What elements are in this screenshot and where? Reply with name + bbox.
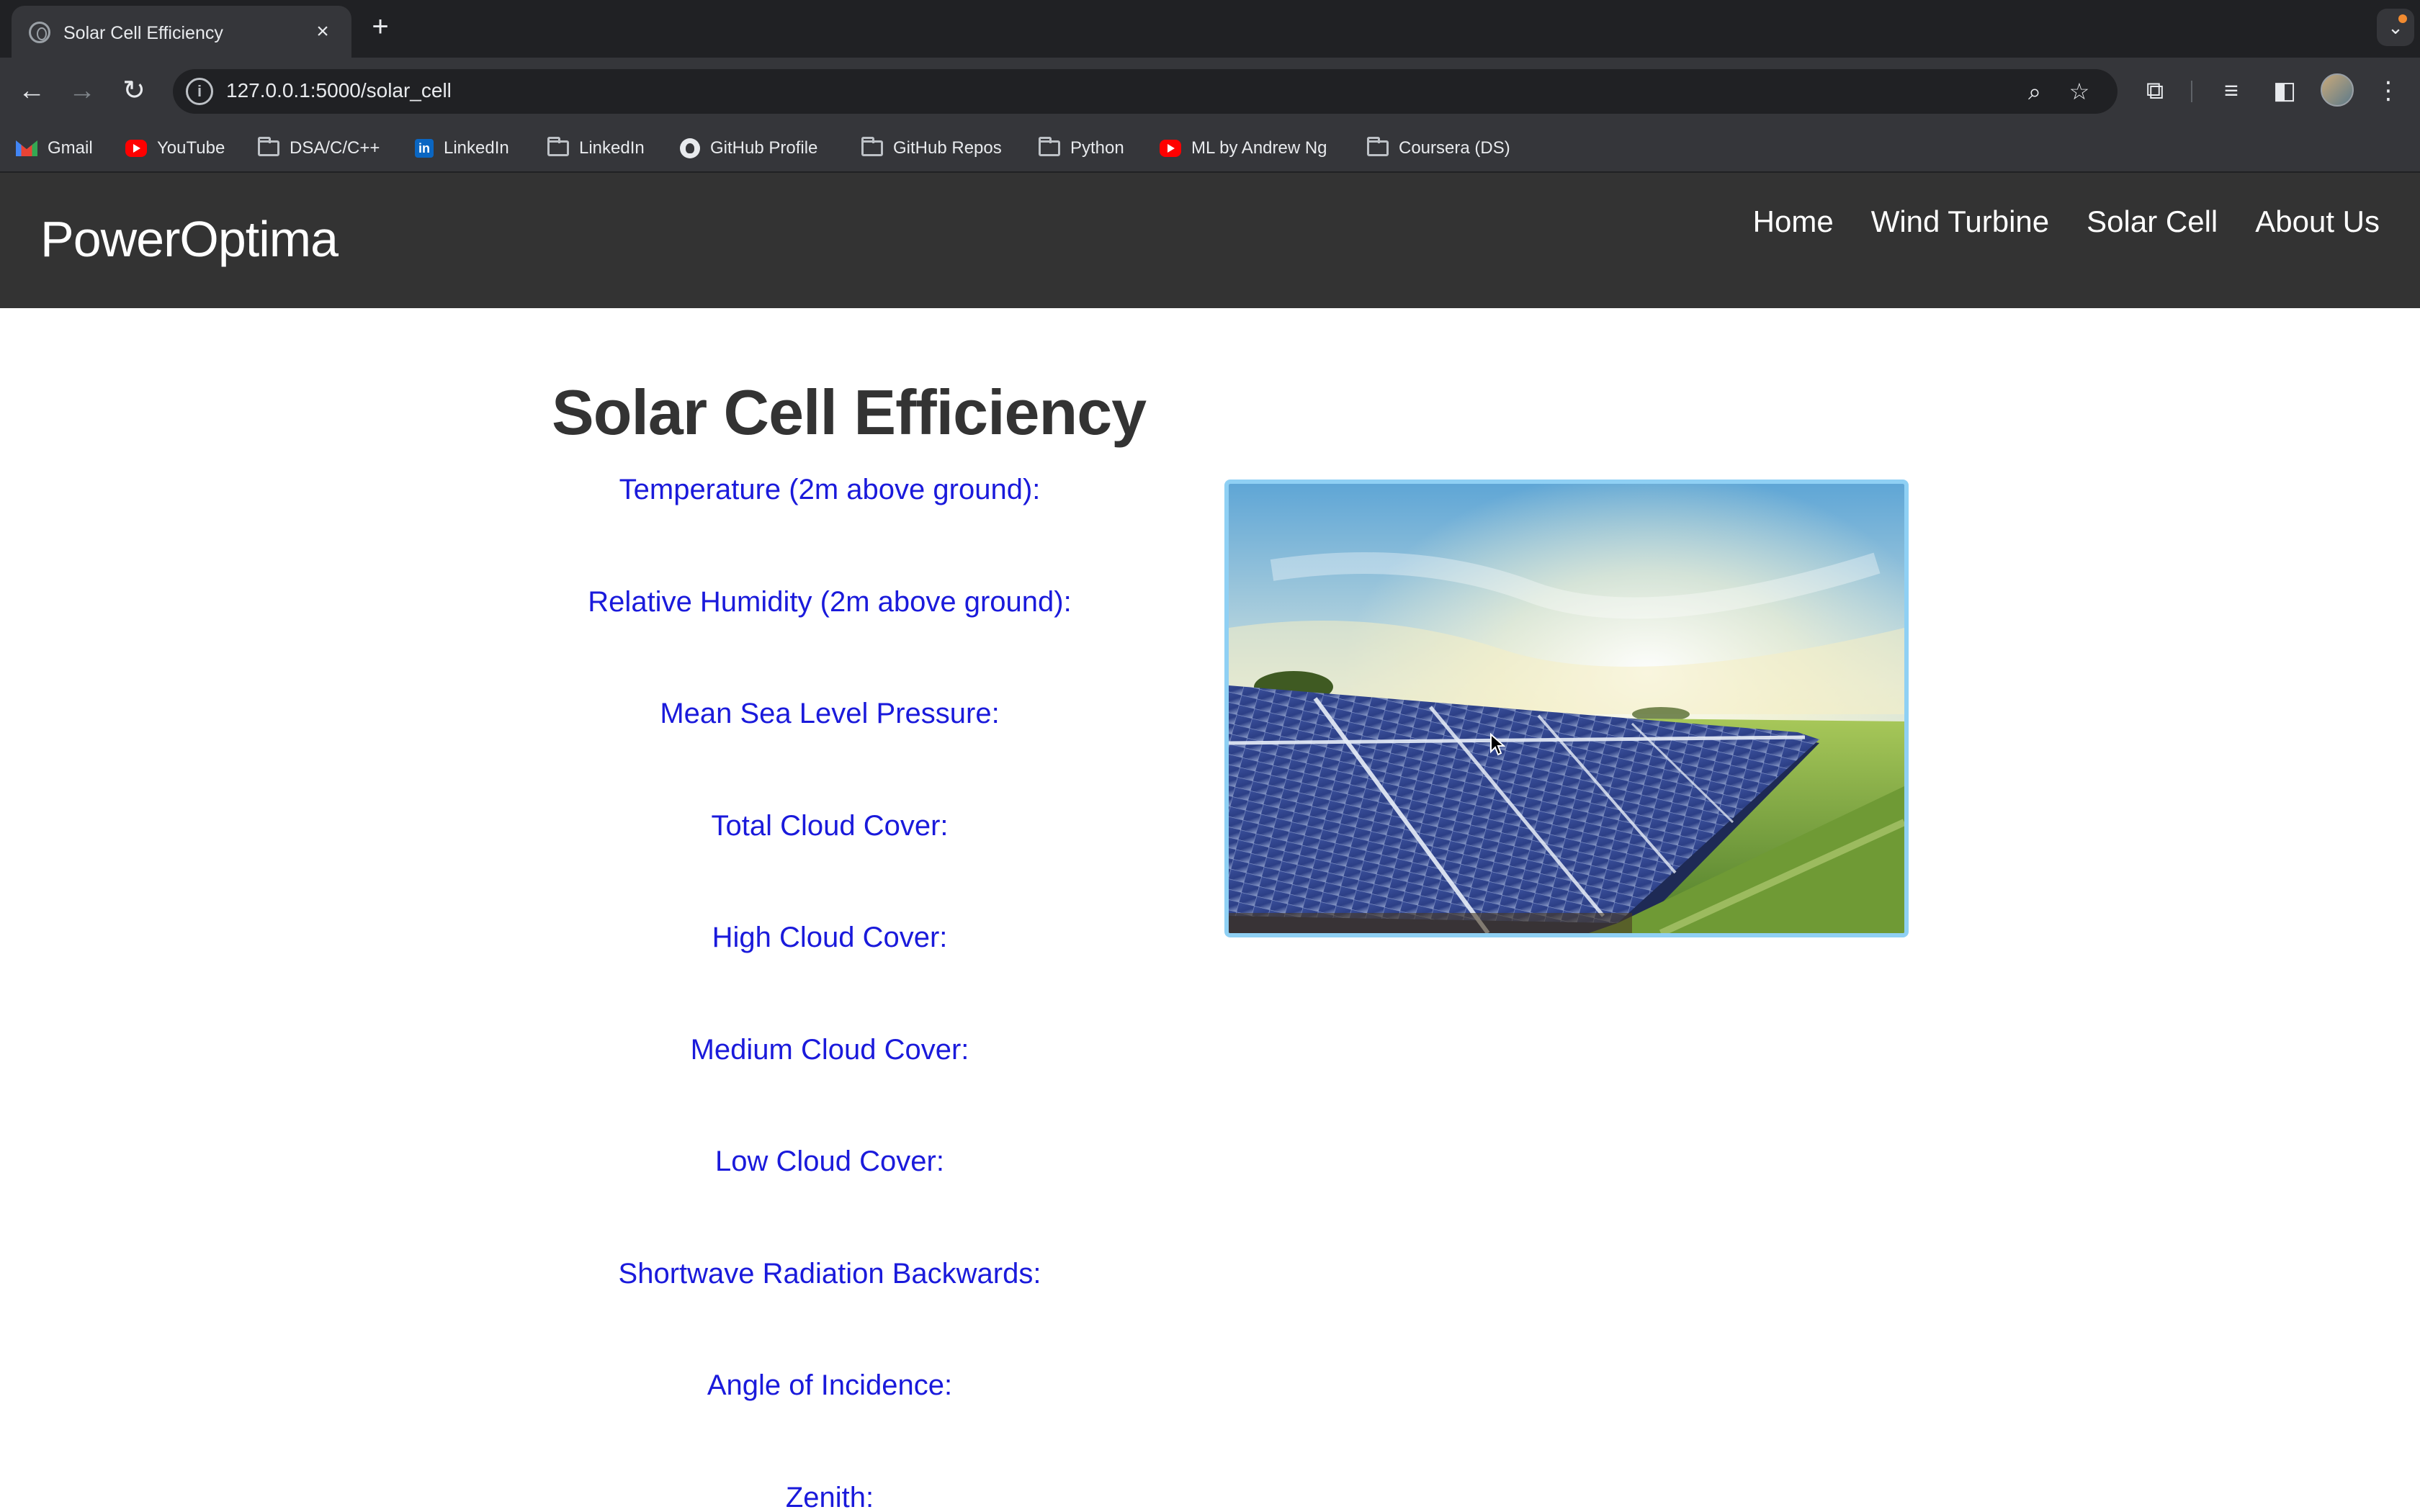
field-label-high-cloud-cover: High Cloud Cover: — [712, 922, 948, 953]
new-tab-button[interactable]: + — [366, 12, 395, 42]
bookmark-label: GitHub Profile — [710, 138, 818, 158]
bookmark-folder-dsa[interactable]: DSA/C/C++ — [258, 135, 380, 161]
zoom-icon[interactable]: ⌕ — [2020, 76, 2050, 107]
youtube-icon — [125, 140, 147, 157]
field-label-mean-sea-level-pressure: Mean Sea Level Pressure: — [660, 698, 1000, 729]
forward-arrow-icon[interactable]: → — [60, 69, 104, 112]
tab-title: Solar Cell Efficiency — [63, 23, 223, 43]
folder-icon — [547, 137, 569, 156]
toolbar-divider — [2191, 81, 2192, 102]
page-title: Solar Cell Efficiency — [552, 377, 1147, 448]
field-label-relative-humidity: Relative Humidity (2m above ground): — [588, 586, 1072, 618]
browser-tab[interactable]: Solar Cell Efficiency × — [12, 6, 351, 58]
bookmark-linkedin[interactable]: in LinkedIn — [415, 135, 509, 161]
nav-link-solar-cell[interactable]: Solar Cell — [2087, 204, 2218, 239]
folder-icon — [861, 137, 883, 156]
browser-toolbar: ← → ↻ i 127.0.0.1:5000/solar_cell ⌕ ☆ ⧉ … — [0, 58, 2420, 124]
bookmark-folder-linkedin[interactable]: LinkedIn — [547, 135, 645, 161]
web-page: PowerOptima Home Wind Turbine Solar Cell… — [0, 173, 2420, 1512]
folder-icon — [258, 137, 279, 156]
folder-icon — [1039, 137, 1060, 156]
github-icon — [680, 138, 700, 158]
bookmark-github-profile[interactable]: GitHub Profile — [680, 135, 817, 161]
nav-link-home[interactable]: Home — [1753, 204, 1834, 239]
bookmark-ml-andrew-ng[interactable]: ML by Andrew Ng — [1160, 135, 1327, 161]
nav-link-wind-turbine[interactable]: Wind Turbine — [1871, 204, 2049, 239]
solar-panel-illustration — [1229, 484, 1904, 933]
bookmark-label: LinkedIn — [579, 138, 645, 158]
site-info-icon[interactable]: i — [186, 78, 213, 105]
bookmark-label: LinkedIn — [444, 138, 509, 158]
bookmark-folder-python[interactable]: Python — [1039, 135, 1124, 161]
bookmark-label: GitHub Repos — [893, 138, 1002, 158]
bookmark-youtube[interactable]: YouTube — [125, 135, 225, 161]
globe-icon — [29, 22, 50, 43]
folder-icon — [1367, 137, 1389, 156]
tab-search-button[interactable]: ⌄ — [2377, 9, 2414, 46]
field-label-angle-of-incidence: Angle of Incidence: — [707, 1369, 953, 1401]
field-label-low-cloud-cover: Low Cloud Cover: — [715, 1146, 944, 1177]
back-arrow-icon[interactable]: ← — [10, 69, 53, 112]
notification-dot — [2398, 14, 2407, 23]
side-panel-icon[interactable]: ◧ — [2266, 72, 2303, 109]
field-label-temperature: Temperature (2m above ground): — [619, 474, 1041, 505]
bookmarks-bar: Gmail YouTube DSA/C/C++ in LinkedIn Link… — [0, 124, 2420, 173]
media-controls-icon[interactable]: ≡ — [2213, 72, 2250, 109]
field-label-total-cloud-cover: Total Cloud Cover: — [711, 810, 949, 842]
profile-avatar[interactable] — [2321, 73, 2354, 107]
bookmark-star-icon[interactable]: ☆ — [2064, 76, 2094, 107]
field-label-zenith: Zenith: — [785, 1482, 874, 1512]
linkedin-icon: in — [415, 139, 434, 158]
gmail-icon — [16, 140, 37, 156]
bookmark-folder-coursera[interactable]: Coursera (DS) — [1367, 135, 1510, 161]
bookmark-label: Python — [1070, 138, 1124, 158]
mouse-cursor-icon — [1490, 733, 1505, 756]
address-bar[interactable]: i 127.0.0.1:5000/solar_cell ⌕ ☆ — [173, 69, 2118, 114]
tab-close-icon[interactable]: × — [310, 19, 336, 45]
bookmark-label: Coursera (DS) — [1399, 138, 1510, 158]
site-logo[interactable]: PowerOptima — [40, 210, 339, 268]
youtube-icon — [1160, 140, 1181, 157]
bookmark-label: DSA/C/C++ — [290, 138, 380, 158]
url-text[interactable]: 127.0.0.1:5000/solar_cell — [226, 79, 452, 102]
nav-link-about-us[interactable]: About Us — [2255, 204, 2380, 239]
bookmark-label: YouTube — [157, 138, 225, 158]
browser-tabstrip: Solar Cell Efficiency × + ⌄ — [0, 0, 2420, 58]
site-nav: Home Wind Turbine Solar Cell About Us — [1753, 204, 2380, 239]
field-label-medium-cloud-cover: Medium Cloud Cover: — [690, 1034, 969, 1066]
bookmark-gmail[interactable]: Gmail — [16, 135, 93, 161]
field-label-shortwave-radiation: Shortwave Radiation Backwards: — [618, 1258, 1041, 1290]
bookmark-label: Gmail — [48, 138, 93, 158]
reload-icon[interactable]: ↻ — [112, 69, 156, 112]
site-navbar: PowerOptima Home Wind Turbine Solar Cell… — [0, 173, 2420, 308]
solar-panel-field-image — [1224, 480, 1909, 937]
more-menu-icon[interactable]: ⋮ — [2370, 72, 2407, 109]
bookmark-label: ML by Andrew Ng — [1191, 138, 1327, 158]
extensions-icon[interactable]: ⧉ — [2136, 72, 2174, 109]
bookmark-folder-github-repos[interactable]: GitHub Repos — [861, 135, 1002, 161]
